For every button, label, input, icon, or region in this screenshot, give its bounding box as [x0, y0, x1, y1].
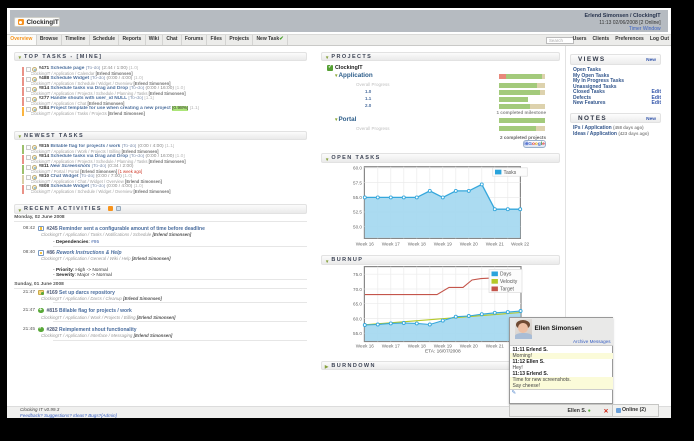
- svg-text:Week 17: Week 17: [382, 241, 400, 246]
- svg-text:52.5: 52.5: [353, 210, 362, 215]
- svg-text:Week 19: Week 19: [434, 344, 452, 349]
- svg-text:Week 16: Week 16: [356, 344, 374, 349]
- svg-text:55.0: 55.0: [353, 331, 362, 336]
- svg-text:Tasks: Tasks: [504, 170, 517, 176]
- svg-text:Week 19: Week 19: [434, 241, 452, 246]
- svg-text:65.0: 65.0: [353, 302, 362, 307]
- svg-text:Week 18: Week 18: [408, 344, 426, 349]
- svg-text:50.0: 50.0: [353, 224, 362, 229]
- svg-text:Week 21: Week 21: [486, 241, 504, 246]
- svg-text:Week 20: Week 20: [460, 241, 478, 246]
- svg-text:Week 22: Week 22: [511, 241, 529, 246]
- svg-text:ETA: 16/07/2008: ETA: 16/07/2008: [425, 349, 461, 355]
- svg-text:60.0: 60.0: [353, 166, 362, 171]
- svg-text:Target: Target: [500, 287, 515, 293]
- svg-text:75.0: 75.0: [353, 272, 362, 277]
- svg-text:57.5: 57.5: [353, 180, 362, 185]
- svg-text:60.0: 60.0: [353, 316, 362, 321]
- svg-text:Week 18: Week 18: [408, 241, 426, 246]
- svg-text:Week 16: Week 16: [356, 241, 374, 246]
- svg-text:55.0: 55.0: [353, 195, 362, 200]
- svg-text:Velocity: Velocity: [500, 279, 518, 285]
- svg-text:70.0: 70.0: [353, 287, 362, 292]
- svg-text:Days: Days: [500, 272, 512, 278]
- svg-text:Week 21: Week 21: [486, 344, 504, 349]
- svg-text:Week 17: Week 17: [382, 344, 400, 349]
- svg-text:Week 20: Week 20: [460, 344, 478, 349]
